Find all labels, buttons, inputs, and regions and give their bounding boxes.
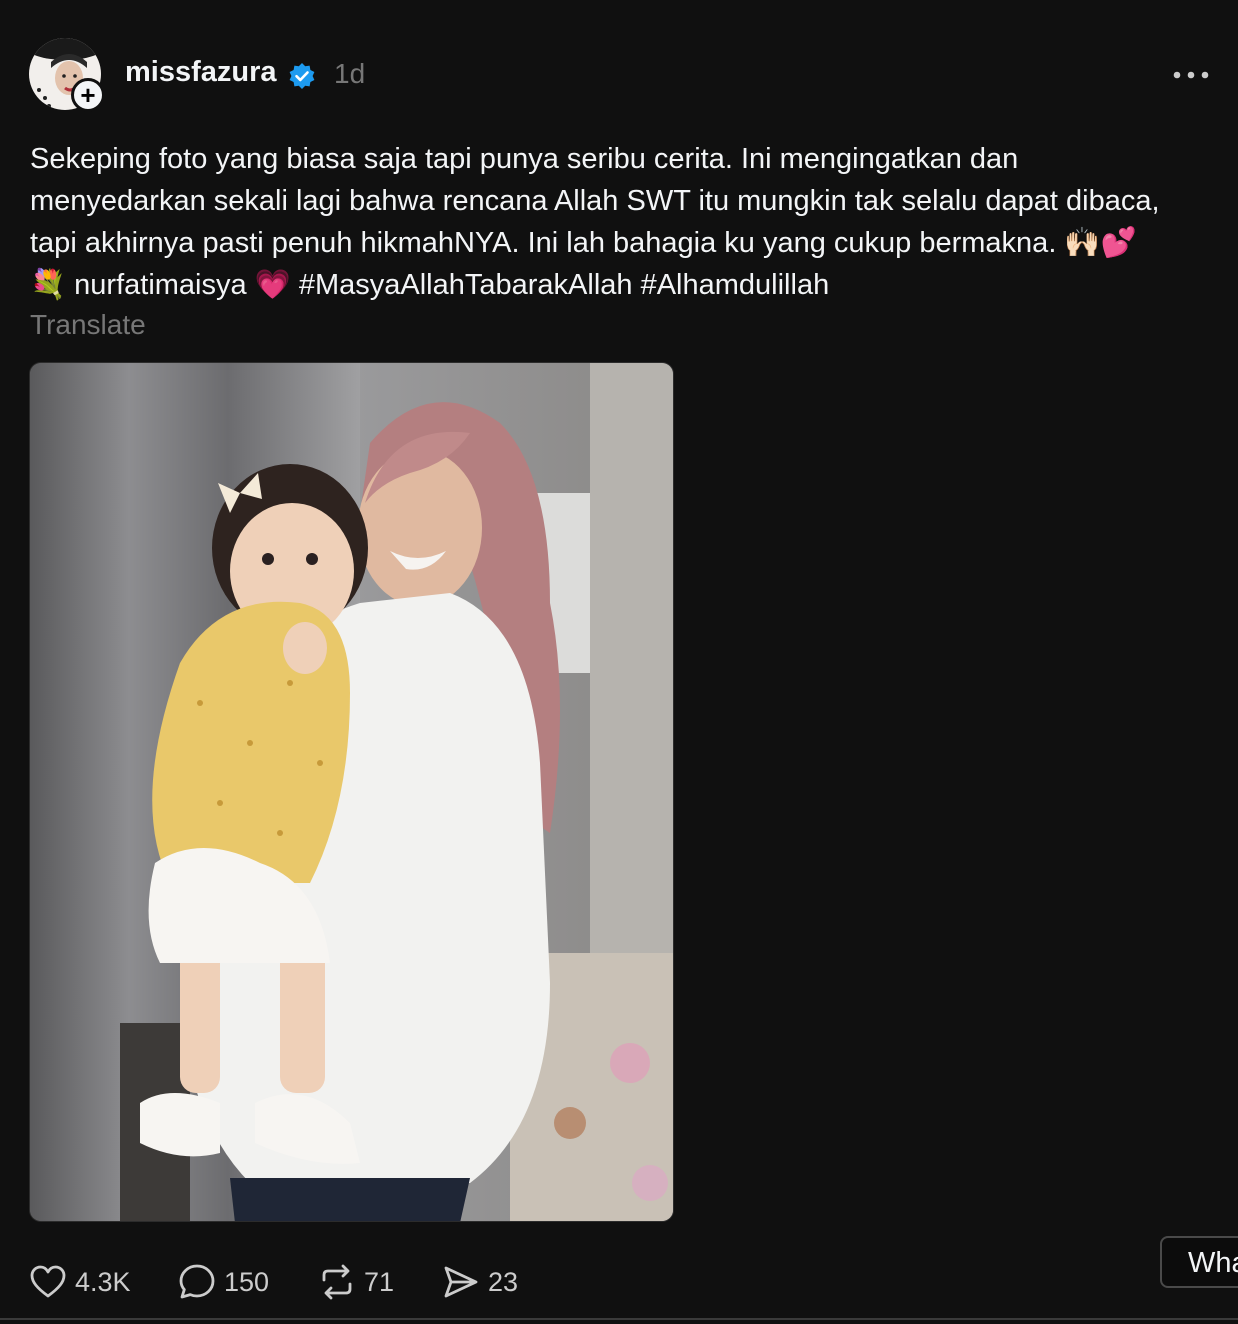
post-caption: Sekeping foto yang biasa saja tapi punya… [30,143,1160,301]
share-button[interactable]: 23 [442,1254,518,1310]
partial-text-button[interactable]: Wha [1160,1236,1238,1288]
username[interactable]: missfazura [125,56,277,89]
post-actions: 4.3K 150 71 23 [0,1254,700,1310]
comment-count: 150 [224,1266,270,1297]
more-options-button[interactable] [1168,62,1214,88]
follow-plus-icon[interactable]: + [71,78,105,112]
photo-image [30,363,673,1221]
post-timestamp: 1d [334,58,366,89]
translate-link[interactable]: Translate [30,309,146,341]
comment-button[interactable]: 150 [178,1254,269,1310]
like-button[interactable]: 4.3K [29,1254,131,1310]
post-photo[interactable] [29,362,674,1222]
verified-badge-icon [288,62,316,90]
like-count: 4.3K [75,1266,131,1297]
avatar-container[interactable]: + [29,38,105,112]
comment-bubble-icon [179,1264,215,1299]
divider [0,1318,1238,1320]
thread-post: + missfazura 1d Sekeping foto yang biasa… [0,0,1238,1324]
more-horizontal-icon [1173,71,1209,79]
repost-button[interactable]: 71 [318,1254,394,1310]
share-count: 23 [488,1266,519,1297]
heart-icon [30,1265,66,1298]
repost-count: 71 [364,1266,395,1297]
send-icon [444,1266,478,1298]
repost-icon [322,1264,352,1300]
